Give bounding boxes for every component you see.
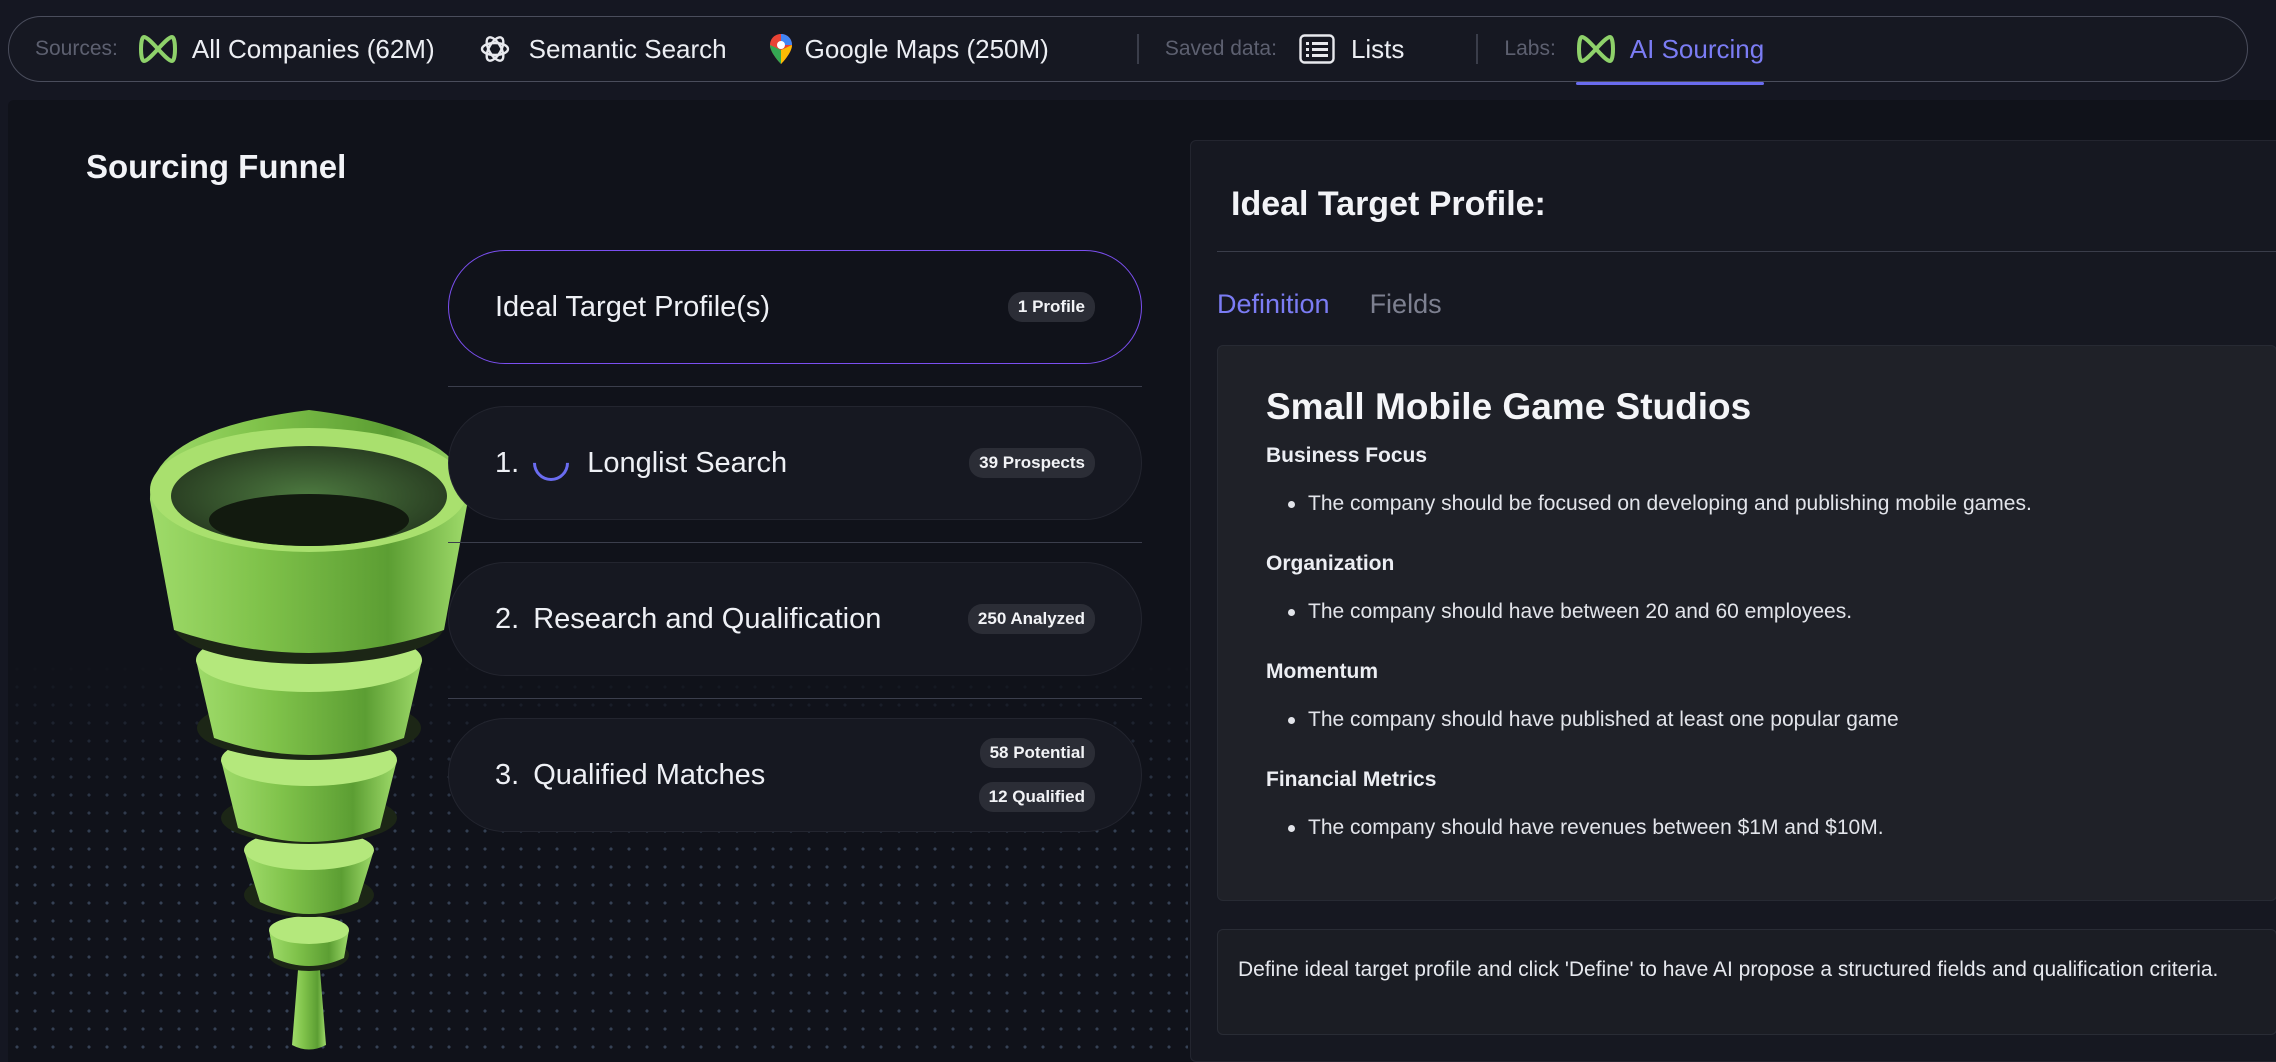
profile-count-badge: 1 Profile bbox=[1007, 292, 1095, 322]
stage-ideal-target-profile[interactable]: Ideal Target Profile(s) 1 Profile bbox=[448, 250, 1142, 364]
section-bullet: The company should be focused on develop… bbox=[1288, 492, 2228, 516]
analyzed-count-badge: 250 Analyzed bbox=[967, 604, 1095, 634]
stage-title: Research and Qualification bbox=[533, 602, 882, 635]
stage-longlist-search[interactable]: 1. Longlist Search 39 Prospects bbox=[448, 406, 1142, 520]
stage-divider bbox=[448, 698, 1142, 699]
list-icon bbox=[1297, 29, 1337, 69]
nav-lists-label: Lists bbox=[1350, 33, 1405, 64]
infinity-logo-icon bbox=[138, 29, 178, 69]
nav-semantic-search-label: Semantic Search bbox=[528, 33, 727, 64]
stage-divider bbox=[448, 542, 1142, 543]
panel-title: Ideal Target Profile: bbox=[1231, 185, 1546, 223]
qualified-count-badge: 12 Qualified bbox=[978, 782, 1095, 812]
stage-number: 3. bbox=[495, 758, 520, 791]
stage-divider bbox=[448, 386, 1142, 387]
stage-title: Ideal Target Profile(s) bbox=[495, 290, 771, 323]
define-hint: Define ideal target profile and click 'D… bbox=[1217, 929, 2276, 1035]
ai-sourcing-workspace: Sourcing Funnel Ideal Target Profile(s) … bbox=[8, 100, 2276, 1062]
nav-google-maps[interactable]: Google Maps (250M) bbox=[767, 17, 1049, 81]
profile-heading: Small Mobile Game Studios bbox=[1266, 386, 1752, 427]
section-bullet: The company should have between 20 and 6… bbox=[1288, 600, 2228, 624]
panel-divider bbox=[1217, 251, 2276, 252]
openai-knot-icon bbox=[475, 29, 515, 69]
section-title: Organization bbox=[1266, 552, 1395, 575]
stage-label: 1. Longlist Search bbox=[495, 437, 969, 489]
prospects-count-badge: 39 Prospects bbox=[969, 448, 1095, 478]
nav-semantic-search[interactable]: Semantic Search bbox=[475, 17, 727, 81]
section-bullet: The company should have revenues between… bbox=[1288, 816, 2228, 840]
section-title: Business Focus bbox=[1266, 444, 1428, 467]
definition-card: Small Mobile Game Studios Business Focus… bbox=[1217, 345, 2276, 901]
labs-label: Labs: bbox=[1504, 37, 1556, 60]
stage-title: Longlist Search bbox=[587, 446, 788, 479]
nav-ai-sourcing-label: AI Sourcing bbox=[1629, 33, 1765, 64]
tab-definition[interactable]: Definition bbox=[1217, 289, 1330, 320]
stage-label: 2. Research and Qualification bbox=[495, 603, 968, 636]
loading-spinner-icon bbox=[525, 437, 577, 489]
map-pin-icon bbox=[767, 29, 795, 69]
stage-number: 1. bbox=[495, 446, 520, 479]
nav-all-companies[interactable]: All Companies (62M) bbox=[138, 17, 435, 81]
sourcing-funnel-title: Sourcing Funnel bbox=[86, 148, 347, 185]
stage-qualified-matches[interactable]: 3. Qualified Matches 58 Potential 12 Qua… bbox=[448, 718, 1142, 832]
nav-divider bbox=[1136, 34, 1139, 64]
nav-divider bbox=[1476, 34, 1479, 64]
potential-count-badge: 58 Potential bbox=[979, 738, 1095, 768]
sources-navbar: Sources: All Companies (62M) Semantic Se… bbox=[8, 16, 2248, 85]
stage-label: Ideal Target Profile(s) bbox=[495, 291, 1008, 324]
section-title: Financial Metrics bbox=[1266, 768, 1437, 791]
infinity-logo-icon bbox=[1576, 29, 1616, 69]
section-title: Momentum bbox=[1266, 660, 1378, 683]
stage-title: Qualified Matches bbox=[533, 758, 766, 791]
tab-fields[interactable]: Fields bbox=[1370, 289, 1442, 320]
profile-tabs: Definition Fields bbox=[1217, 289, 1442, 320]
stage-number: 2. bbox=[495, 602, 520, 635]
nav-ai-sourcing[interactable]: AI Sourcing bbox=[1575, 17, 1765, 85]
nav-lists[interactable]: Lists bbox=[1297, 17, 1404, 81]
stage-label: 3. Qualified Matches bbox=[495, 759, 979, 792]
ideal-target-profile-panel: Ideal Target Profile: Definition Fields … bbox=[1190, 140, 2276, 1062]
nav-all-companies-label: All Companies (62M) bbox=[191, 33, 435, 64]
nav-google-maps-label: Google Maps (250M) bbox=[804, 33, 1049, 64]
section-bullet: The company should have published at lea… bbox=[1288, 708, 2228, 732]
sources-label: Sources: bbox=[35, 37, 118, 60]
stage-research-qualification[interactable]: 2. Research and Qualification 250 Analyz… bbox=[448, 562, 1142, 676]
saved-data-label: Saved data: bbox=[1164, 37, 1277, 60]
